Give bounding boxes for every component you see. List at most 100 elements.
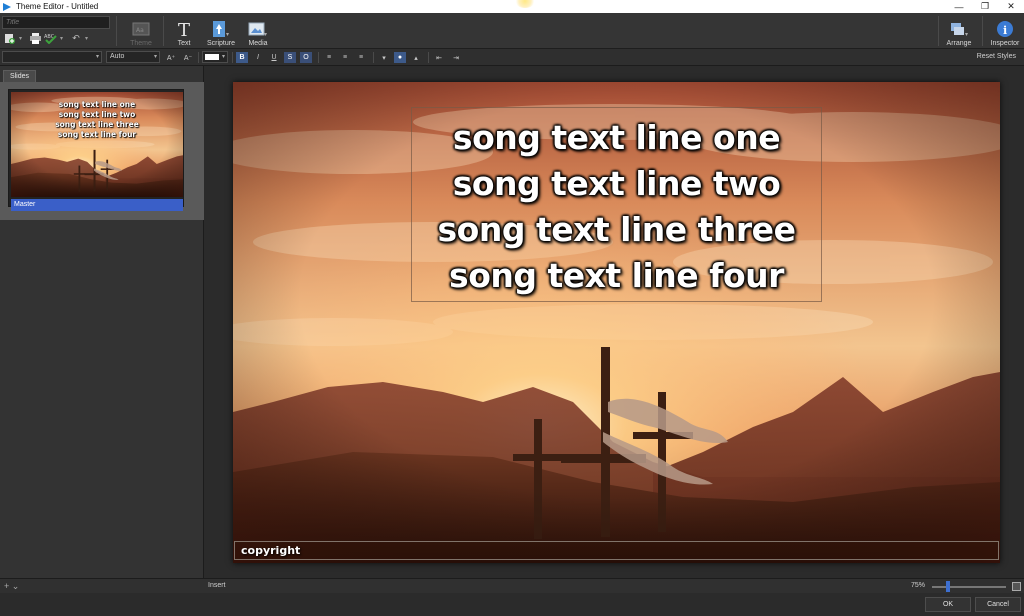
shadow-button[interactable]: S (284, 52, 296, 63)
theme-button[interactable]: Aa Theme (124, 15, 158, 47)
ribbon-divider (938, 16, 939, 46)
scripture-button[interactable]: ▾ Scripture (204, 15, 238, 47)
grow-font-button[interactable]: A⁺ (165, 52, 177, 63)
arrange-button-label: Arrange (946, 40, 972, 47)
lyrics-text-box[interactable]: song text line one song text line two so… (411, 107, 822, 302)
text-button-label: Text (177, 40, 191, 47)
slide-thumbnail[interactable]: song text line one song text line two so… (8, 89, 184, 211)
underline-button[interactable]: U (268, 52, 280, 63)
dialog-buttons: OK Cancel (0, 593, 1024, 616)
insert-mode-label: Insert (208, 582, 226, 589)
copyright-text-box[interactable]: copyright (234, 541, 999, 560)
inspector-button-label: Inspector (990, 40, 1020, 47)
chevron-down-icon: ▾ (95, 54, 99, 60)
format-divider (198, 52, 199, 63)
inspector-button[interactable]: i Inspector (987, 15, 1023, 47)
increase-indent-icon[interactable]: ⇥ (450, 52, 462, 63)
canvas-area: song text line one song text line two so… (205, 66, 1024, 578)
quick-access-bar: ▾ ABC ▾ ↶ ▾ (3, 32, 92, 44)
align-center-icon[interactable]: ≡ (339, 52, 351, 63)
slides-list: song text line one song text line two so… (0, 82, 204, 220)
new-dropdown-icon[interactable]: ▾ (19, 35, 22, 42)
undo-dropdown-icon[interactable]: ▾ (85, 35, 88, 42)
chevron-down-icon: ▾ (221, 54, 225, 60)
outline-button[interactable]: O (300, 52, 312, 63)
ribbon-divider (982, 16, 983, 46)
media-button[interactable]: ▾ Media (244, 15, 272, 47)
restore-button[interactable]: ❐ (972, 0, 998, 13)
info-icon: i (994, 20, 1016, 38)
format-divider (428, 52, 429, 63)
slides-panel: Slides song text line one song text line… (0, 66, 204, 578)
theme-button-label: Theme (130, 40, 152, 47)
zoom-slider[interactable] (932, 586, 1006, 588)
decrease-indent-icon[interactable]: ⇤ (433, 52, 445, 63)
spellcheck-dropdown-icon[interactable]: ▾ (60, 35, 63, 42)
font-size-value: Auto (110, 53, 125, 60)
cancel-button[interactable]: Cancel (975, 597, 1021, 612)
ok-button[interactable]: OK (925, 597, 971, 612)
text-button[interactable]: T Text (172, 15, 196, 47)
new-icon[interactable] (3, 32, 17, 44)
thumbnail-line: song text line three (55, 120, 139, 129)
theme-icon: Aa (130, 20, 152, 38)
ribbon-divider (163, 16, 164, 46)
zoom-slider-handle[interactable] (945, 581, 950, 592)
svg-text:▾: ▾ (264, 32, 267, 38)
font-family-select[interactable]: ▾ (2, 51, 102, 63)
cursor-highlight (515, 0, 535, 8)
scripture-button-label: Scripture (206, 40, 235, 47)
window-title: Theme Editor - Untitled (16, 2, 99, 11)
bold-button[interactable]: B (236, 52, 248, 63)
minimize-button[interactable]: — (946, 0, 972, 13)
valign-top-icon[interactable]: ▾ (378, 52, 390, 63)
song-line: song text line four (449, 256, 784, 295)
svg-text:T: T (178, 20, 190, 38)
format-divider (373, 52, 374, 63)
svg-text:i: i (1003, 24, 1007, 37)
add-slide-button[interactable]: + ⌄ (4, 581, 19, 592)
spellcheck-icon[interactable]: ABC (44, 32, 58, 44)
valign-middle-icon[interactable]: ● (394, 52, 406, 63)
reset-styles-button[interactable]: Reset Styles (977, 53, 1016, 60)
valign-bottom-icon[interactable]: ▴ (410, 52, 422, 63)
copyright-text: copyright (241, 544, 301, 557)
align-left-icon[interactable]: ≡ (323, 52, 335, 63)
chevron-down-icon: ▾ (153, 54, 157, 60)
slide-canvas[interactable]: song text line one song text line two so… (233, 82, 1000, 563)
app-logo-icon (3, 2, 11, 11)
text-color-swatch (205, 54, 219, 60)
media-button-label: Media (248, 40, 268, 47)
song-line: song text line three (437, 210, 796, 249)
media-icon: ▾ (247, 20, 269, 38)
thumbnail-line: song text line one (58, 100, 136, 109)
shrink-font-button[interactable]: A⁻ (182, 52, 194, 63)
arrange-button[interactable]: ▾ Arrange (943, 15, 975, 47)
font-size-select[interactable]: Auto ▾ (106, 51, 160, 63)
svg-text:▾: ▾ (965, 32, 968, 38)
format-divider (318, 52, 319, 63)
scripture-icon: ▾ (210, 20, 232, 38)
fit-to-window-icon[interactable] (1012, 582, 1021, 591)
thumbnail-line: song text line two (58, 110, 136, 119)
thumbnail-image: song text line one song text line two so… (11, 92, 183, 197)
zoom-level: 75% (911, 582, 926, 589)
thumbnail-line: song text line four (57, 130, 137, 139)
text-color-picker[interactable]: ▾ (202, 51, 228, 63)
format-toolbar: ▾ Auto ▾ A⁺ A⁻ ▾ B I U S O ≡ ≡ ≡ ▾ ● ▴ ⇤… (0, 49, 1024, 66)
undo-icon[interactable]: ↶ (69, 32, 83, 44)
ribbon-toolbar: ▾ ABC ▾ ↶ ▾ Aa Theme T Text ▾ Scripture … (0, 13, 1024, 49)
tab-slides[interactable]: Slides (3, 70, 36, 82)
thumbnail-label: Master (11, 199, 183, 211)
thumbnail-lyrics: song text line one song text line two so… (11, 100, 183, 140)
title-input[interactable] (2, 16, 110, 29)
print-icon[interactable] (28, 32, 42, 44)
status-bar: + ⌄ Insert 75% (0, 578, 1024, 593)
align-right-icon[interactable]: ≡ (355, 52, 367, 63)
song-line: song text line one (452, 118, 781, 157)
song-line: song text line two (452, 164, 781, 203)
italic-button[interactable]: I (252, 52, 264, 63)
ribbon-divider (116, 16, 117, 46)
close-button[interactable]: ✕ (998, 0, 1024, 13)
format-divider (232, 52, 233, 63)
